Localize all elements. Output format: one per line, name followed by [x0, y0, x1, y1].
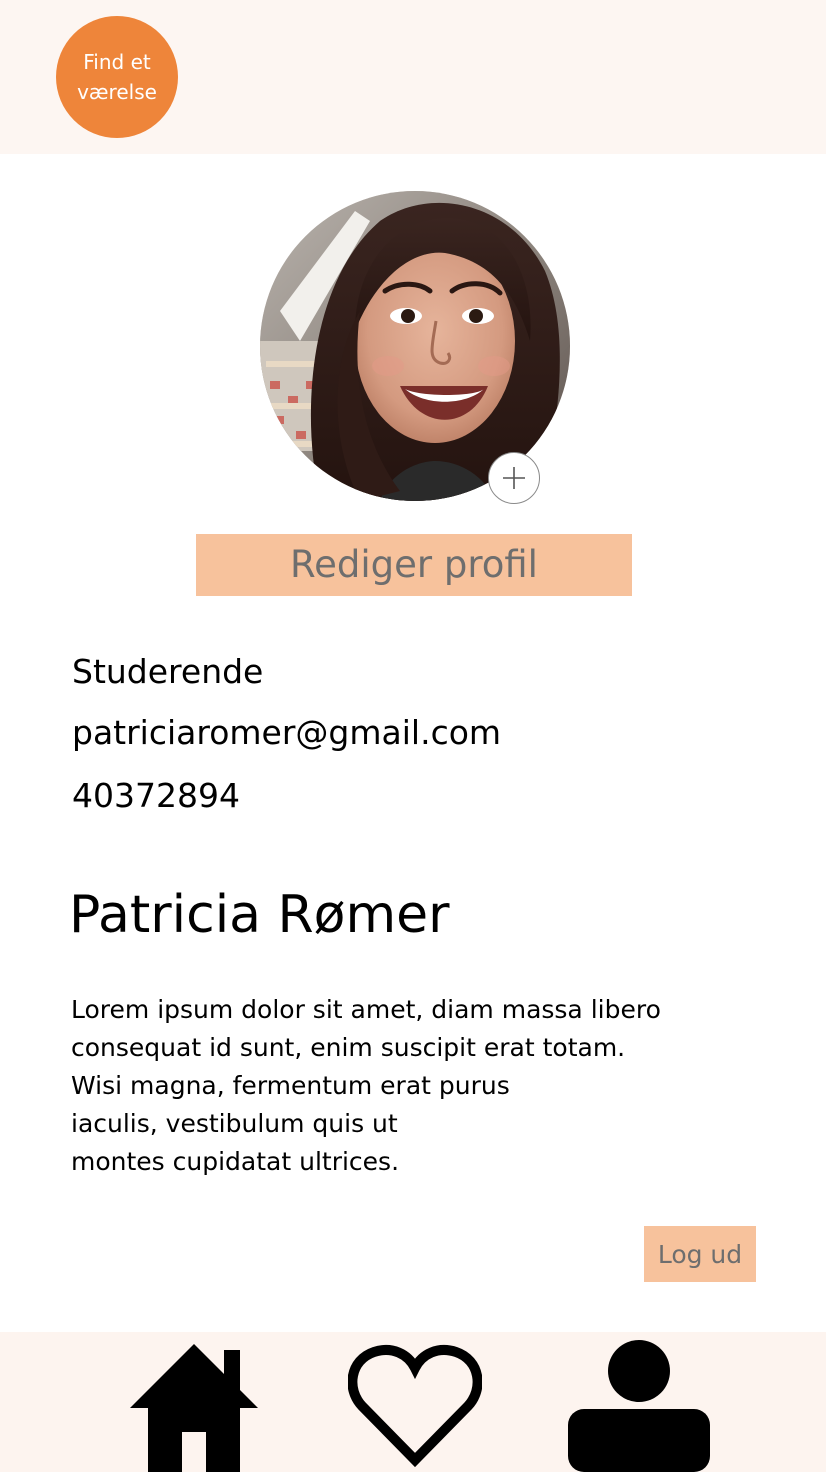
- add-photo-button[interactable]: [488, 452, 540, 504]
- top-bar: Find et værelse: [0, 0, 826, 154]
- profile-role: Studerende: [72, 652, 264, 691]
- nav-home-button[interactable]: [130, 1344, 258, 1472]
- logout-button[interactable]: Log ud: [644, 1226, 756, 1282]
- nav-favorites-button[interactable]: [347, 1342, 483, 1468]
- profile-bio: Lorem ipsum dolor sit amet, diam massa l…: [71, 991, 771, 1181]
- avatar-container: [260, 191, 570, 504]
- bio-line: iaculis, vestibulum quis ut: [71, 1109, 398, 1138]
- user-icon: [568, 1340, 710, 1472]
- bio-line: consequat id sunt, enim suscipit erat to…: [71, 1033, 626, 1062]
- home-icon: [130, 1344, 258, 1472]
- find-room-button[interactable]: Find et værelse: [56, 16, 178, 138]
- find-room-label-line1: Find et: [83, 50, 151, 74]
- profile-email: patriciaromer@gmail.com: [72, 713, 502, 752]
- bio-line: montes cupidatat ultrices.: [71, 1147, 400, 1176]
- profile-name: Patricia Rømer: [69, 885, 450, 945]
- find-room-label-line2: værelse: [77, 80, 157, 104]
- nav-profile-button[interactable]: [566, 1340, 712, 1472]
- edit-profile-button[interactable]: Rediger profil: [196, 534, 632, 596]
- heart-icon: [347, 1345, 483, 1468]
- bio-line: Wisi magna, fermentum erat purus: [71, 1071, 510, 1100]
- bio-line: Lorem ipsum dolor sit amet, diam massa l…: [71, 995, 661, 1024]
- profile-phone: 40372894: [72, 776, 240, 815]
- plus-icon: [503, 467, 525, 489]
- bottom-nav: [0, 1332, 826, 1472]
- profile-screen: Find et værelse Rediger profil Studerend…: [0, 0, 826, 1472]
